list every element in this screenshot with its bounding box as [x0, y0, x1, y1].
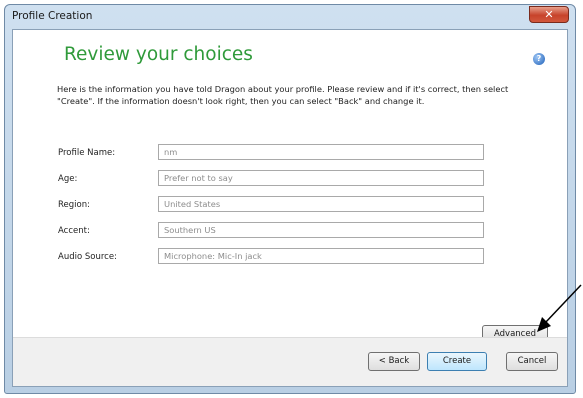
create-button[interactable]: Create [427, 352, 487, 371]
dialog-client-area: Review your choices ? Here is the inform… [12, 29, 568, 387]
window-title: Profile Creation [12, 10, 93, 22]
age-field[interactable]: Prefer not to say [158, 170, 484, 186]
close-button[interactable]: ✕ [529, 6, 569, 23]
title-bar[interactable]: Profile Creation ✕ [5, 5, 575, 29]
accent-label: Accent: [58, 226, 90, 236]
region-label: Region: [58, 200, 90, 210]
help-icon[interactable]: ? [533, 53, 545, 65]
profile-name-field[interactable]: nm [158, 144, 484, 160]
audio-source-label: Audio Source: [58, 252, 117, 262]
page-heading: Review your choices [64, 44, 253, 65]
dialog-footer: < Back Create Cancel [13, 337, 567, 386]
age-label: Age: [58, 174, 78, 184]
audio-source-field[interactable]: Microphone: Mic-In jack [158, 248, 484, 264]
cancel-button[interactable]: Cancel [506, 352, 558, 371]
intro-text: Here is the information you have told Dr… [57, 84, 509, 106]
back-button[interactable]: < Back [368, 352, 420, 371]
region-field[interactable]: United States [158, 196, 484, 212]
accent-field[interactable]: Southern US [158, 222, 484, 238]
profile-creation-window: Profile Creation ✕ Review your choices ?… [4, 4, 576, 394]
profile-name-label: Profile Name: [58, 148, 116, 158]
